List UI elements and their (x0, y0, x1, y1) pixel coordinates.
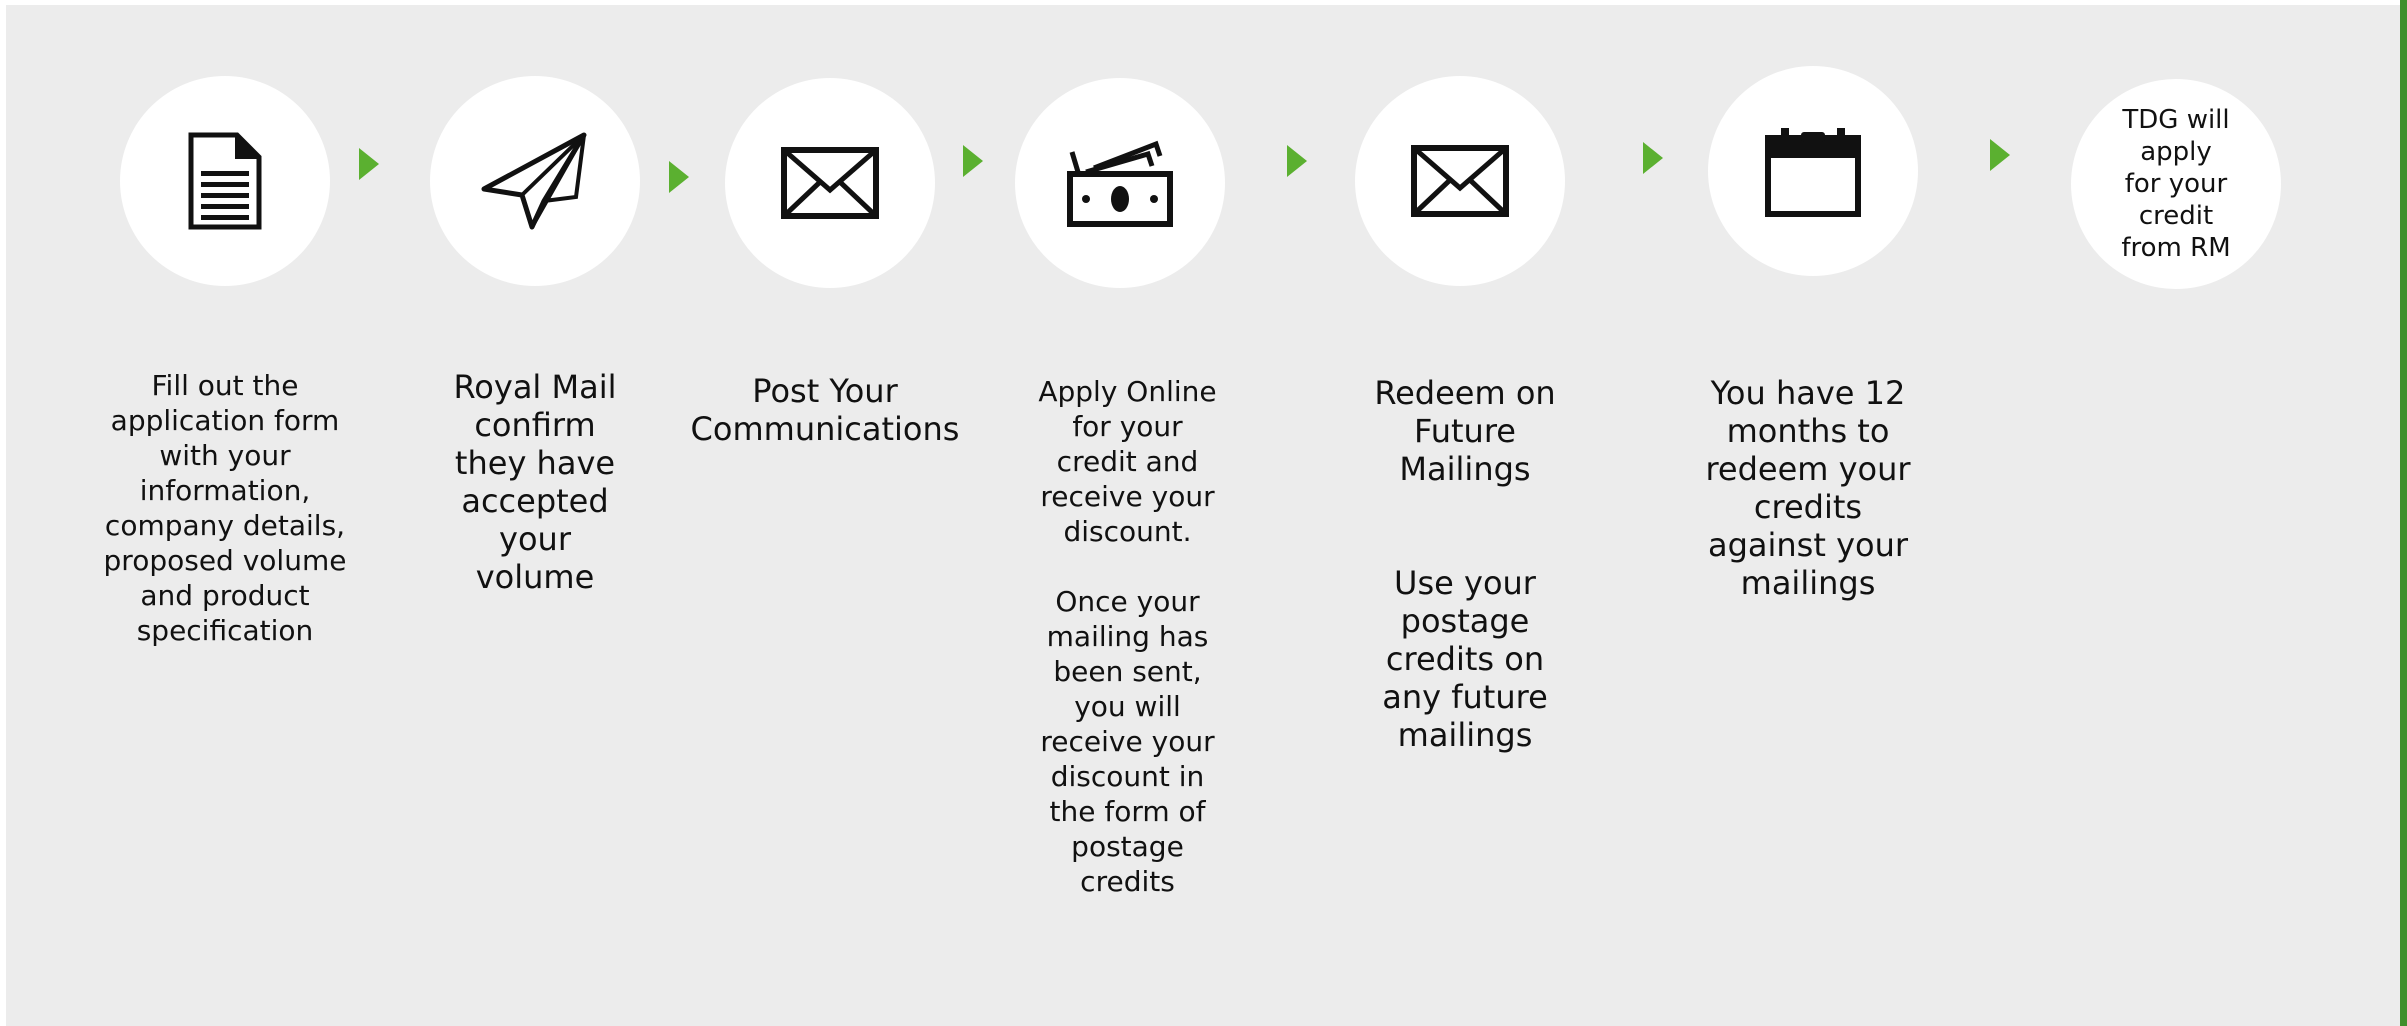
step-6-description: You have 12 months to redeem your credit… (1705, 374, 1911, 602)
flow-arrow-3 (963, 145, 983, 177)
step-5-description: Redeem on Future Mailings Use your posta… (1374, 374, 1556, 754)
flow-arrow-5 (1643, 142, 1663, 174)
flow-arrow-6 (1990, 139, 2010, 171)
step-3-circle (725, 78, 935, 288)
step-4-description: Apply Online for your credit and receive… (1038, 375, 1217, 898)
flow-arrow-4 (1287, 145, 1307, 177)
step-4-circle (1015, 78, 1225, 288)
step-2-description: Royal Mail confirm they have accepted yo… (453, 368, 617, 596)
paper-plane-icon (480, 131, 590, 231)
step-7-text: TDG will apply for your credit from RM (2121, 105, 2231, 263)
document-icon (185, 131, 265, 231)
calendar-icon (1763, 124, 1863, 218)
envelope-icon (1410, 144, 1510, 218)
step-6-circle (1708, 66, 1918, 276)
step-2-circle (430, 76, 640, 286)
step-7-circle: TDG will apply for your credit from RM (2071, 79, 2281, 289)
step-1-description: Fill out the application form with your … (103, 369, 347, 647)
cash-icon (1064, 138, 1176, 228)
envelope-icon (780, 146, 880, 220)
right-accent-bar (2400, 0, 2407, 1026)
step-5-circle (1355, 76, 1565, 286)
flow-arrow-1 (359, 148, 379, 180)
step-1-circle (120, 76, 330, 286)
flow-arrow-2 (669, 161, 689, 193)
step-3-description: Post Your Communications (690, 372, 960, 448)
